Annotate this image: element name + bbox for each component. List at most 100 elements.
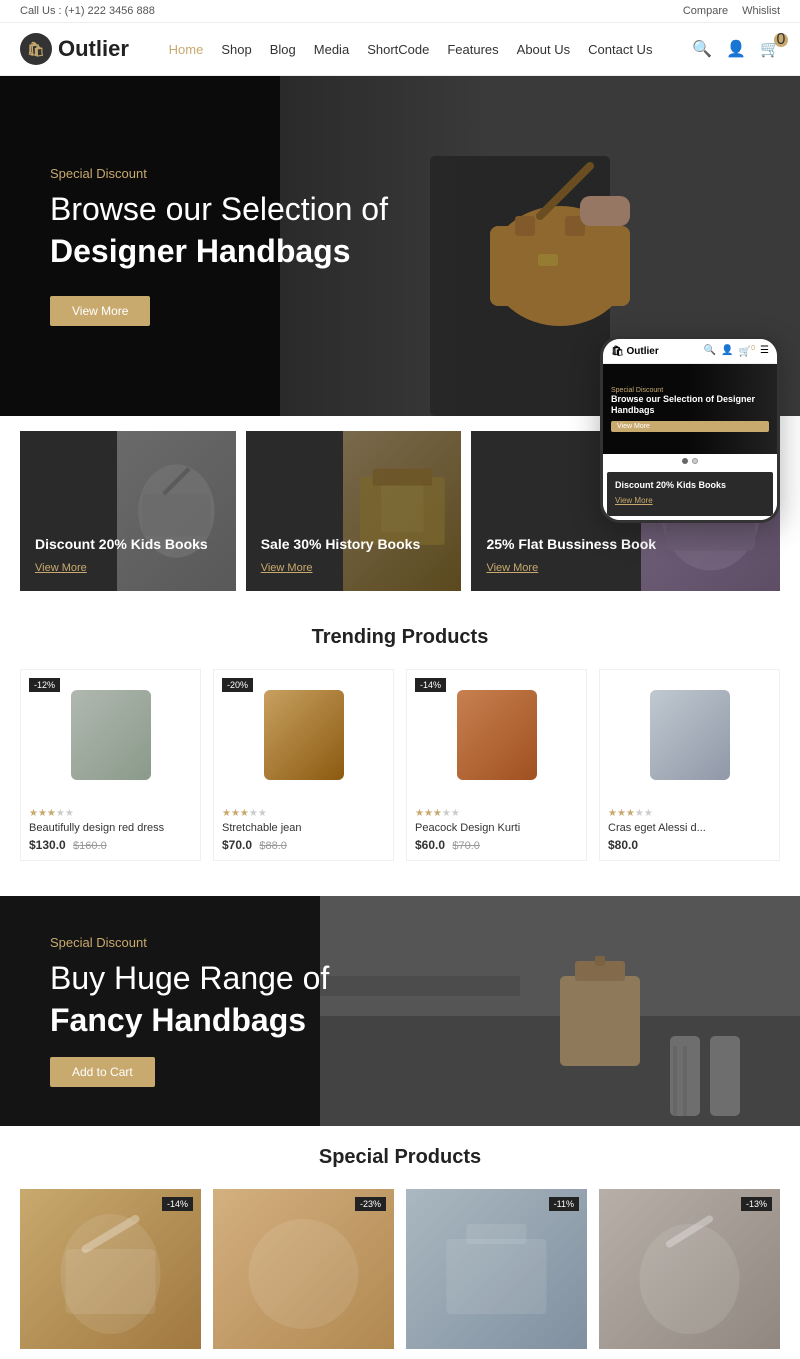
nav-shop[interactable]: Shop [221,42,251,57]
nav-features[interactable]: Features [447,42,498,57]
phone-header: 🛍 Outlier 🔍 👤 🛒0 ☰ [603,339,777,364]
product-image-1 [71,690,151,780]
phone-screen: 🛍 Outlier 🔍 👤 🛒0 ☰ Special Discount Brow… [603,339,777,520]
product-badge-2: -20% [222,678,253,692]
phone-hero: Special Discount Browse our Selection of… [603,364,777,454]
promo-card-3-content: 25% Flat Bussiness Book View More [486,536,656,576]
product-badge-3: -14% [415,678,446,692]
promo-section: Discount 20% Kids Books View More Sale 3… [0,416,800,606]
special-img-1 [20,1189,201,1349]
product-stars-2: ★★★★★ [222,808,385,819]
hero-label: Special Discount [50,166,388,181]
search-icon[interactable]: 🔍 [692,39,712,59]
promo-card-1-content: Discount 20% Kids Books View More [35,536,208,576]
nav-contact[interactable]: Contact Us [588,42,652,57]
hero-view-more-button[interactable]: View More [50,296,150,326]
phone-logo-text: Outlier [626,346,658,357]
promo-card-1-title: Discount 20% Kids Books [35,536,208,552]
phone-hero-label: Special Discount [611,387,769,394]
product-img-4 [600,670,779,800]
phone-menu-icon: ☰ [760,345,769,357]
special-badge-4: -13% [741,1197,772,1211]
phone-dot-1[interactable] [682,458,688,464]
product-stars-3: ★★★★★ [415,808,578,819]
promo-card-3-link[interactable]: View More [486,562,538,574]
main-nav: Home Shop Blog Media ShortCode Features … [169,42,653,57]
second-banner-content: Special Discount Buy Huge Range of Fancy… [0,935,379,1087]
nav-shortcode[interactable]: ShortCode [367,42,429,57]
phone-promo-link[interactable]: View More [615,496,653,505]
phone-hero-title: Browse our Selection of Designer Handbag… [611,394,769,417]
phone-mockup: 🛍 Outlier 🔍 👤 🛒0 ☰ Special Discount Brow… [600,336,780,523]
product-stars-1: ★★★★★ [29,808,192,819]
second-banner-button[interactable]: Add to Cart [50,1057,155,1087]
phone-carousel-dots [603,454,777,468]
phone-hero-btn[interactable]: View More [611,421,769,432]
user-icon[interactable]: 👤 [726,39,746,59]
special-products-title: Special Products [20,1146,780,1169]
product-card-2[interactable]: -20% ★★★★★ Stretchable jean $70.0 $88.0 [213,669,394,861]
phone-cart-icon: 🛒0 [739,345,755,357]
product-card-4[interactable]: ★★★★★ Cras eget Alessi d... $80.0 [599,669,780,861]
nav-media[interactable]: Media [314,42,349,57]
product-image-4 [650,690,730,780]
top-bar: Call Us : (+1) 222 3456 888 Compare Whis… [0,0,800,23]
nav-home[interactable]: Home [169,42,204,57]
hero-title-line2: Designer Handbags [50,233,351,269]
special-badge-3: -11% [549,1197,579,1211]
phone-dot-2[interactable] [692,458,698,464]
phone-logo: 🛍 Outlier [611,346,659,357]
product-info-4: ★★★★★ Cras eget Alessi d... $80.0 [600,800,779,860]
special-card-3[interactable]: -11% [406,1189,587,1349]
promo-card-2[interactable]: Sale 30% History Books View More [246,431,462,591]
phone-number: Call Us : (+1) 222 3456 888 [20,5,155,17]
product-card-3[interactable]: -14% ★★★★★ Peacock Design Kurti $60.0 $7… [406,669,587,861]
special-img-4 [599,1189,780,1349]
cart-icon[interactable]: 🛒0 [760,39,780,59]
phone-user-icon: 👤 [721,345,733,357]
promo-card-2-content: Sale 30% History Books View More [261,536,421,576]
products-grid: -12% ★★★★★ Beautifully design red dress … [20,669,780,861]
wishlist-link[interactable]: Whislist [742,5,780,17]
product-info-1: ★★★★★ Beautifully design red dress $130.… [21,800,200,860]
product-image-3 [457,690,537,780]
product-price-3: $60.0 $70.0 [415,838,578,852]
trending-section: Trending Products -12% ★★★★★ Beautifully… [0,606,800,881]
product-name-1: Beautifully design red dress [29,822,192,834]
special-products-grid: -14% -23% -11% [20,1189,780,1349]
promo-card-1-link[interactable]: View More [35,562,87,574]
product-info-2: ★★★★★ Stretchable jean $70.0 $88.0 [214,800,393,860]
special-badge-2: -23% [355,1197,386,1211]
second-banner-label: Special Discount [50,935,329,950]
hero-content: Special Discount Browse our Selection of… [0,166,438,326]
logo[interactable]: 🛍 Outlier [20,33,129,65]
special-badge-1: -14% [162,1197,193,1211]
second-banner-title: Buy Huge Range of Fancy Handbags [50,958,329,1041]
hero-title-line1: Browse our Selection of [50,191,388,227]
compare-link[interactable]: Compare [683,5,728,17]
product-card-1[interactable]: -12% ★★★★★ Beautifully design red dress … [20,669,201,861]
special-card-1[interactable]: -14% [20,1189,201,1349]
phone-logo-icon: 🛍 [611,346,624,357]
phone-promo-title: Discount 20% Kids Books [615,480,765,490]
logo-text: Outlier [58,36,129,62]
phone-promo-card: Discount 20% Kids Books View More [607,472,773,516]
promo-card-1[interactable]: Discount 20% Kids Books View More [20,431,236,591]
special-card-2[interactable]: -23% [213,1189,394,1349]
phone-search-icon: 🔍 [704,345,716,357]
product-name-2: Stretchable jean [222,822,385,834]
second-banner: Special Discount Buy Huge Range of Fancy… [0,896,800,1126]
promo-card-2-link[interactable]: View More [261,562,313,574]
cart-badge: 0 [774,33,788,47]
product-info-3: ★★★★★ Peacock Design Kurti $60.0 $70.0 [407,800,586,860]
nav-about[interactable]: About Us [517,42,570,57]
header-icons: 🔍 👤 🛒0 [692,39,780,59]
phone-nav-icons: 🔍 👤 🛒0 ☰ [704,345,769,357]
special-img-2 [213,1189,394,1349]
promo-card-2-title: Sale 30% History Books [261,536,421,552]
nav-blog[interactable]: Blog [270,42,296,57]
special-card-4[interactable]: -13% [599,1189,780,1349]
second-banner-title-line2: Fancy Handbags [50,1002,306,1038]
header: 🛍 Outlier Home Shop Blog Media ShortCode… [0,23,800,76]
trending-title: Trending Products [20,626,780,649]
